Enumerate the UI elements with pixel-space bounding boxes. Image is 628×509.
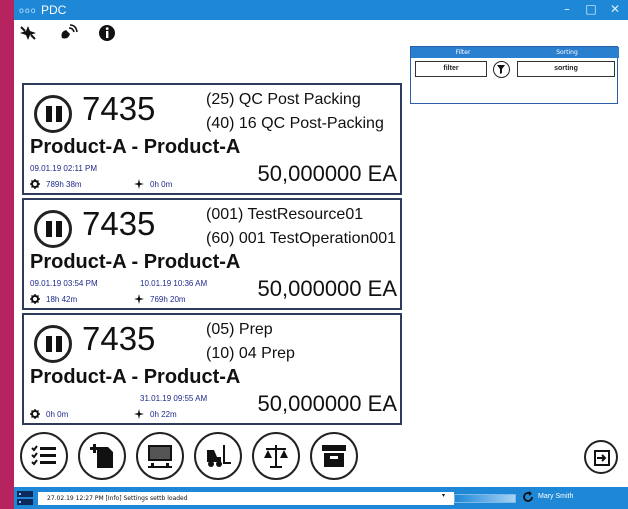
airplane-icon[interactable] bbox=[18, 24, 40, 44]
run-time-value: 769h 20m bbox=[150, 295, 186, 304]
order-number: 7435 bbox=[82, 320, 156, 357]
logout-button[interactable] bbox=[584, 440, 618, 474]
main-window: Filter Sorting filter sorting 7435 (25) … bbox=[14, 20, 628, 487]
refresh-icon[interactable] bbox=[522, 491, 534, 503]
scale-button[interactable] bbox=[252, 432, 300, 480]
forklift-icon bbox=[207, 445, 231, 467]
sorting-header: Sorting bbox=[515, 47, 619, 58]
satellite-icon[interactable] bbox=[58, 24, 80, 44]
monitor-icon bbox=[148, 445, 172, 468]
airplane-icon bbox=[134, 294, 144, 304]
pause-button[interactable] bbox=[34, 210, 72, 248]
quantity: 50,000000 EA bbox=[257, 276, 397, 301]
run-start-date: 10.01.19 10:36 AM bbox=[140, 279, 208, 288]
chevron-down-icon[interactable]: ▾ bbox=[442, 492, 445, 499]
info-icon[interactable] bbox=[98, 24, 120, 44]
filter-button[interactable] bbox=[493, 61, 510, 78]
order-number: 7435 bbox=[82, 205, 156, 242]
funnel-icon bbox=[497, 65, 505, 74]
setup-time-value: 789h 38m bbox=[46, 180, 82, 189]
maximize-button[interactable]: □ bbox=[582, 2, 600, 16]
user-name: Mary Smith bbox=[538, 493, 574, 500]
operation-label: (40) 16 QC Post-Packing bbox=[206, 115, 384, 132]
status-message: 27.02.19 12:27 PM [Info] Settings settb … bbox=[38, 492, 454, 505]
start-date: 09.01.19 03:54 PM bbox=[30, 279, 98, 288]
setup-time: 789h 38m bbox=[30, 179, 82, 189]
run-time: 0h 0m bbox=[134, 179, 172, 189]
operation-label: (60) 001 TestOperation001 bbox=[206, 230, 397, 247]
run-start-date: 31.01.19 09:55 AM bbox=[140, 394, 208, 403]
gear-icon bbox=[30, 294, 40, 304]
setup-time-value: 18h 42m bbox=[46, 295, 78, 304]
quantity: 50,000000 EA bbox=[257, 161, 397, 186]
server-icon bbox=[17, 491, 33, 505]
add-document-icon bbox=[90, 444, 113, 468]
archive-icon bbox=[322, 445, 346, 467]
product-name: Product-A - Product-A bbox=[30, 251, 241, 273]
close-button[interactable]: ✕ bbox=[606, 2, 624, 16]
operation-label: (10) 04 Prep bbox=[206, 345, 295, 362]
run-time-value: 0h 22m bbox=[150, 410, 177, 419]
scale-icon bbox=[264, 445, 288, 468]
product-name: Product-A - Product-A bbox=[30, 136, 241, 158]
pause-button[interactable] bbox=[34, 325, 72, 363]
gear-icon bbox=[30, 179, 40, 189]
monitor-button[interactable] bbox=[136, 432, 184, 480]
resource-label: (001) TestResource01 bbox=[206, 206, 364, 223]
logout-icon bbox=[594, 450, 610, 466]
checklist-icon bbox=[31, 445, 56, 466]
start-date: 09.01.19 02:11 PM bbox=[30, 164, 98, 173]
status-bar: 27.02.19 12:27 PM [Info] Settings settb … bbox=[14, 487, 628, 509]
setup-time: 18h 42m bbox=[30, 294, 77, 304]
sorting-input[interactable]: sorting bbox=[517, 61, 615, 77]
filter-header: Filter bbox=[411, 47, 515, 58]
order-number: 7435 bbox=[82, 90, 156, 127]
forklift-button[interactable] bbox=[194, 432, 242, 480]
airplane-icon bbox=[134, 409, 144, 419]
app-logo: ooo bbox=[19, 6, 37, 15]
minimize-button[interactable]: – bbox=[558, 2, 576, 16]
setup-time-value: 0h 0m bbox=[46, 410, 69, 419]
pause-button[interactable] bbox=[34, 95, 72, 133]
run-time-value: 0h 0m bbox=[150, 180, 173, 189]
product-name: Product-A - Product-A bbox=[30, 366, 241, 388]
status-progress-bar bbox=[454, 494, 516, 503]
window-title: PDC bbox=[41, 3, 67, 17]
add-document-button[interactable] bbox=[78, 432, 126, 480]
order-card[interactable]: 7435 (001) TestResource01 (60) 001 TestO… bbox=[22, 198, 402, 310]
airplane-icon bbox=[134, 179, 144, 189]
resource-label: (25) QC Post Packing bbox=[206, 91, 361, 108]
filter-sorting-panel: Filter Sorting filter sorting bbox=[410, 46, 619, 104]
quantity: 50,000000 EA bbox=[257, 391, 397, 416]
resource-label: (05) Prep bbox=[206, 321, 273, 338]
order-card[interactable]: 7435 (25) QC Post Packing (40) 16 QC Pos… bbox=[22, 83, 402, 195]
run-time: 769h 20m bbox=[134, 294, 186, 304]
gear-icon bbox=[30, 409, 40, 419]
checklist-button[interactable] bbox=[20, 432, 68, 480]
run-time: 0h 22m bbox=[134, 409, 177, 419]
filter-input[interactable]: filter bbox=[415, 61, 487, 77]
archive-button[interactable] bbox=[310, 432, 358, 480]
title-bar: ooo PDC – □ ✕ bbox=[14, 0, 628, 20]
order-card[interactable]: 7435 (05) Prep (10) 04 Prep Product-A - … bbox=[22, 313, 402, 425]
setup-time: 0h 0m bbox=[30, 409, 68, 419]
